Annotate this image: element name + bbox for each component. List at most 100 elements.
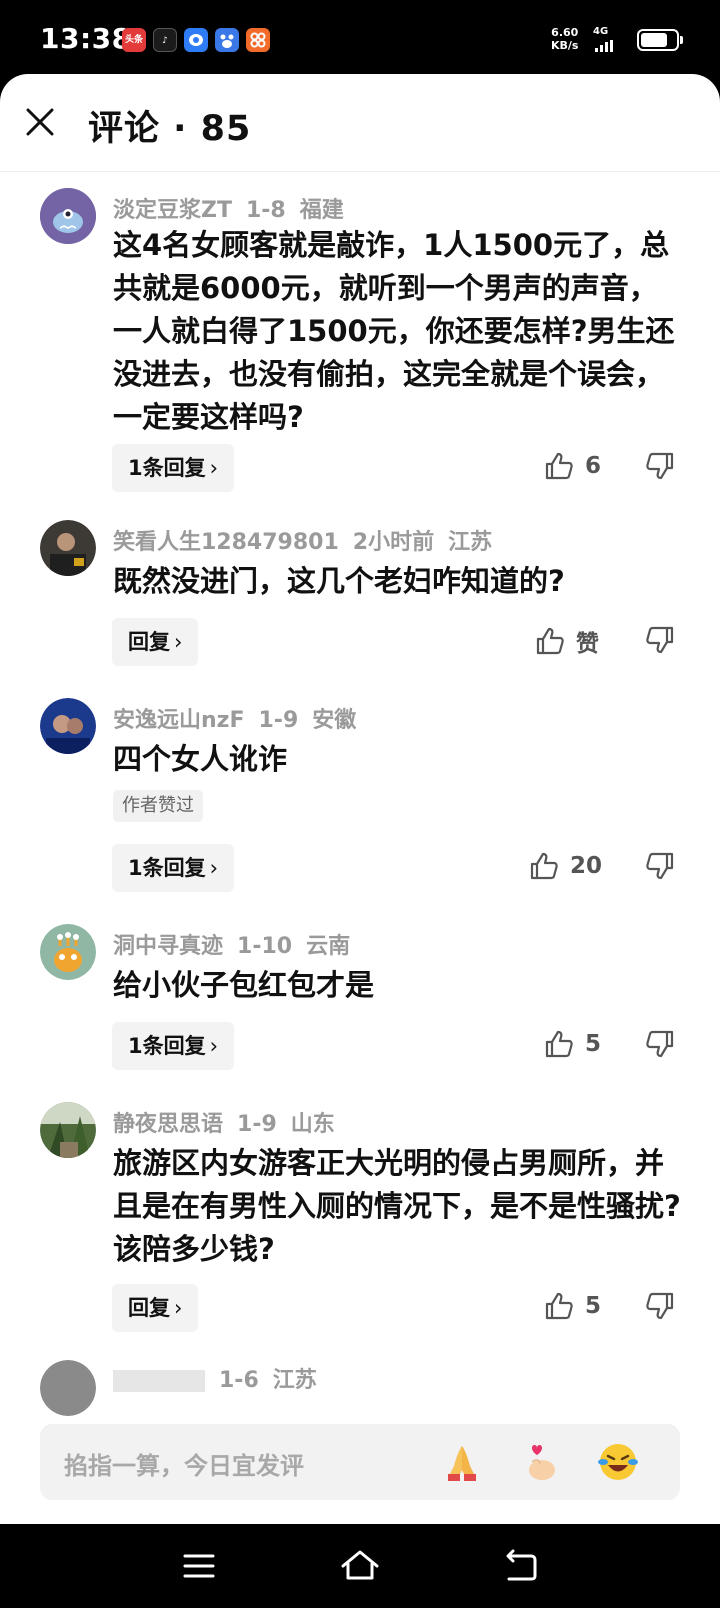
like-count: 6 [585,453,602,479]
avatar[interactable] [40,698,96,754]
page-title: 评论 · 85 [88,109,252,149]
thumbs-up-icon [545,1030,573,1058]
like-count: 5 [585,1031,602,1057]
like-button[interactable]: 20 [528,850,602,882]
comment-item: 笑看人生128479801 2小时前 江苏 既然没进门，这几个老妇咋知道的? 回复 ›… [0,504,720,682]
reply-button[interactable]: 1条回复 › [112,444,235,492]
comment-date: 1-8 [245,198,286,223]
comment-username[interactable] [113,1370,205,1392]
dislike-button[interactable] [644,450,676,482]
comment-input[interactable]: 掐指一算，今日宜发评 [40,1424,680,1500]
close-icon[interactable] [22,104,58,140]
douyin-icon: ♪ [153,28,177,52]
comment-meta: 静夜思思语 1-9 山东 [113,1106,349,1138]
comment-username[interactable]: 洞中寻真迹 [113,934,223,959]
chevron-right-icon: › [209,1034,219,1058]
dislike-button[interactable] [644,1028,676,1060]
comment-meta: 洞中寻真迹 1-10 云南 [113,928,364,960]
avatar[interactable] [40,924,96,980]
comment-username[interactable]: 淡定豆浆ZT [113,198,232,223]
avatar[interactable] [40,188,96,244]
like-button[interactable]: 5 [543,1028,601,1060]
like-count: 20 [570,853,603,879]
comment-item: 1-6 江苏 [0,1350,720,1430]
reply-button[interactable]: 1条回复 › [112,1022,235,1070]
bubble-app-icon [184,28,208,52]
toutiao-icon: 头条 [122,28,146,52]
menu-icon[interactable] [177,1544,221,1588]
like-button[interactable]: 6 [543,450,601,482]
comment-meta: 淡定豆浆ZT 1-8 福建 [113,192,358,224]
comment-meta: 笑看人生128479801 2小时前 江苏 [113,524,506,556]
reply-button[interactable]: 回复 › [112,618,199,666]
status-bar: 13:38 头条 ♪ 6.60 KB/s 4G [0,0,720,84]
thumbs-up-icon [530,852,558,880]
thumbs-down-icon [646,1292,674,1320]
laughing-crying-emoji[interactable] [596,1440,640,1484]
reply-button[interactable]: 1条回复 › [112,844,235,892]
comment-text: 给小伙子包红包才是 [113,968,375,1002]
dislike-button[interactable] [644,850,676,882]
comment-list[interactable]: 淡定豆浆ZT 1-8 福建 这4名女顾客就是敲诈，1人1500元了，总共就是6000… [0,172,720,1482]
thumbs-up-icon [536,627,564,655]
comment-item: 安逸远山nzF 1-9 安徽 四个女人讹诈 作者赞过 1条回复 › 20 [0,682,720,908]
status-time: 13:38 [40,22,132,55]
like-button[interactable]: 5 [543,1290,601,1322]
reply-label: 1条回复 [128,1034,206,1058]
chevron-right-icon: › [174,1296,183,1320]
thumbs-down-icon [646,852,674,880]
comment-date: 1-9 [258,708,299,733]
chevron-right-icon: › [174,630,183,654]
back-icon[interactable] [499,1544,543,1588]
reply-label: 回复 [128,1296,170,1320]
dislike-button[interactable] [644,1290,676,1322]
reply-label: 回复 [128,630,170,654]
thumbs-down-icon [646,1030,674,1058]
system-nav-bar [0,1524,720,1608]
comment-input-placeholder: 掐指一算，今日宜发评 [64,1452,304,1480]
praying-hands-emoji[interactable] [440,1440,484,1484]
thumbs-up-icon [545,1292,573,1320]
comment-item: 洞中寻真迹 1-10 云南 给小伙子包红包才是 1条回复 › 5 [0,908,720,1086]
avatar[interactable] [40,520,96,576]
comment-location: 福建 [299,198,344,223]
heart-hand-emoji[interactable] [518,1440,562,1484]
thumbs-down-icon [646,626,674,654]
comment-meta: 1-6 江苏 [113,1362,331,1394]
net-speed: 6.60 KB/s [551,26,578,52]
comment-item: 静夜思思语 1-9 山东 旅游区内女游客正大光明的侵占男厕所，并且是在有男性入厕的情… [0,1086,720,1350]
comment-date: 1-6 [219,1368,259,1393]
like-button[interactable]: 赞 [534,624,599,658]
store-app-icon [246,28,270,52]
comment-text: 四个女人讹诈 [113,742,288,776]
thumbs-down-icon [646,452,674,480]
comment-date: 2小时前 [352,530,435,555]
comment-text: 既然没进门，这几个老妇咋知道的? [113,564,565,598]
notification-app-icons: 头条 ♪ [122,28,270,52]
avatar[interactable] [40,1360,96,1416]
home-icon[interactable] [338,1544,382,1588]
network-type: 4G [593,26,609,37]
like-count: 赞 [576,631,599,657]
comment-location: 山东 [290,1112,335,1137]
avatar[interactable] [40,1102,96,1158]
comment-date: 1-10 [237,934,293,959]
battery-icon [637,29,683,51]
comment-meta: 安逸远山nzF 1-9 安徽 [113,702,370,734]
net-speed-unit: KB/s [551,39,579,52]
comment-username[interactable]: 静夜思思语 [113,1112,223,1137]
thumbs-up-icon [545,452,573,480]
comment-username[interactable]: 安逸远山nzF [113,708,245,733]
reply-label: 1条回复 [128,856,206,880]
reply-button[interactable]: 回复 › [112,1284,199,1332]
chevron-right-icon: › [209,856,219,880]
comment-text: 这4名女顾客就是敲诈，1人1500元了，总共就是6000元，就听到一个男声的声音… [113,228,675,434]
comments-header: 评论 · 85 [0,74,720,172]
comment-location: 云南 [306,934,351,959]
comment-username[interactable]: 笑看人生128479801 [113,530,339,555]
author-liked-badge: 作者赞过 [113,790,203,822]
like-count: 5 [585,1293,602,1319]
dislike-button[interactable] [644,624,676,656]
chevron-right-icon: › [209,456,219,480]
comments-sheet: 评论 · 85 淡定豆浆ZT 1-8 福建 这4名女顾客就是敲诈，1人1500元了，… [0,74,720,1524]
